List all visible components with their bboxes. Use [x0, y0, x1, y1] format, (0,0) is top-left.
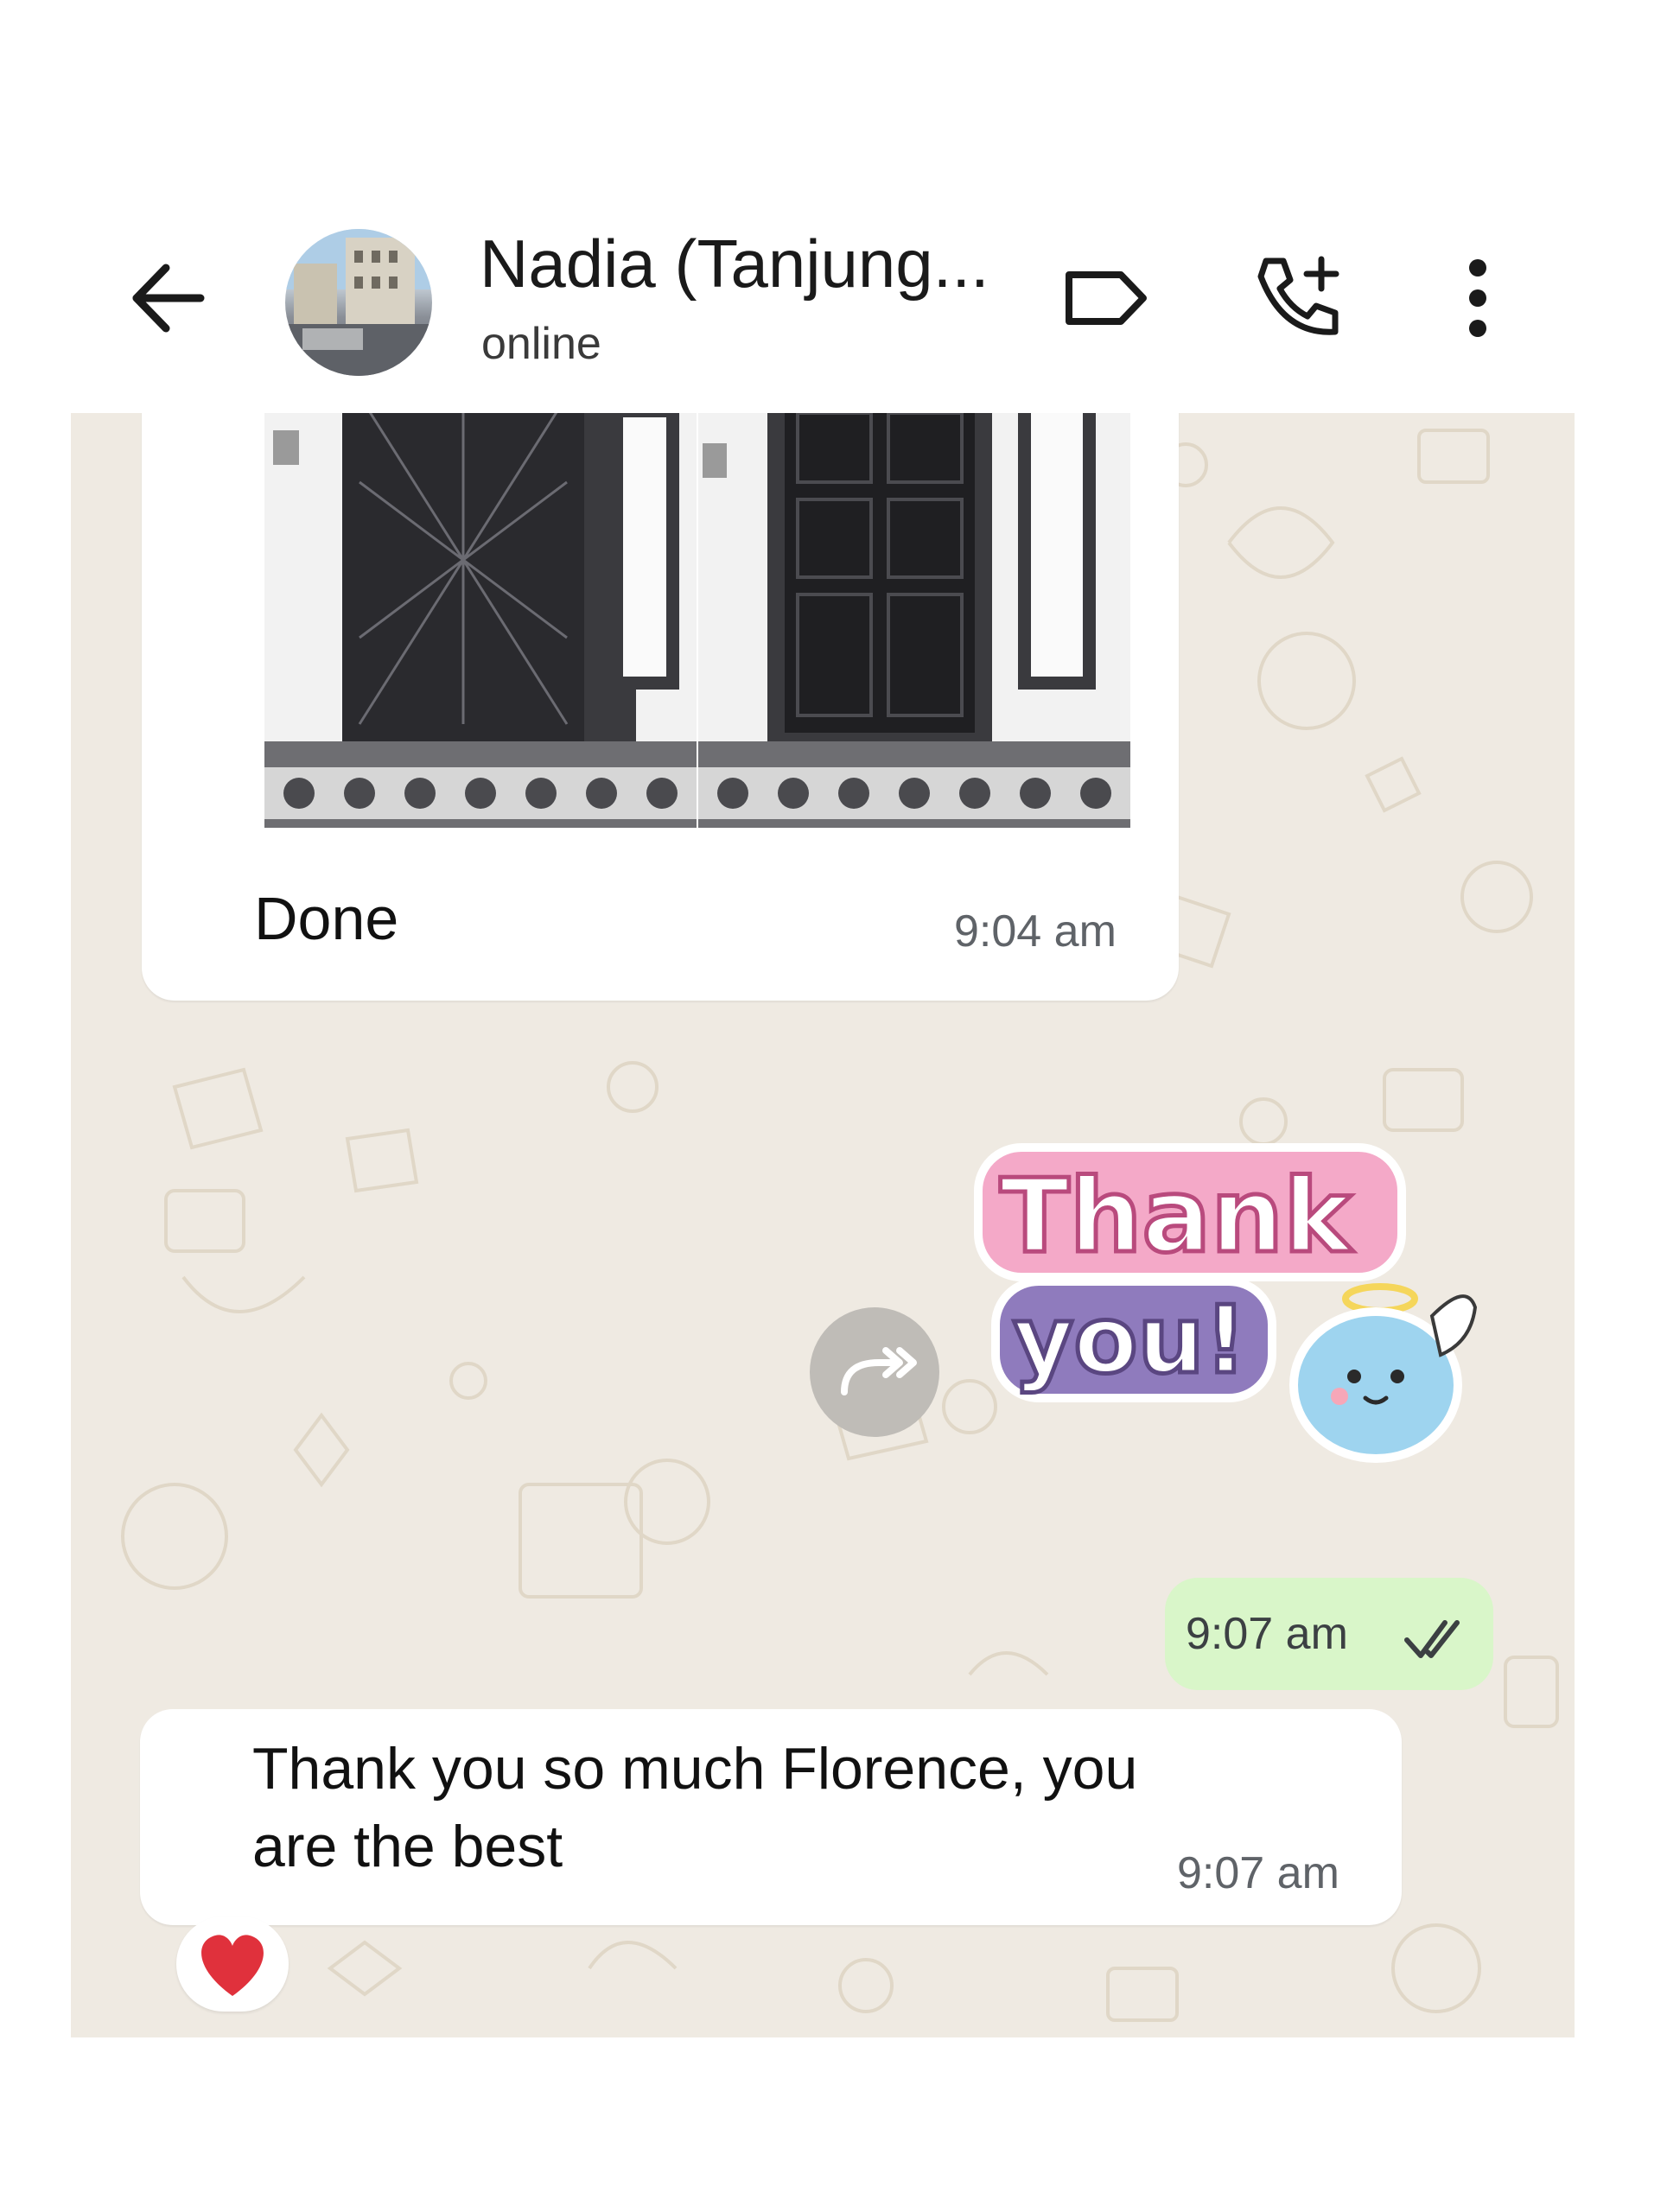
message-caption: Done [254, 885, 399, 952]
forward-icon [841, 1347, 917, 1395]
arrow-back-icon [132, 264, 205, 333]
contact-name[interactable]: Nadia (Tanjung... [480, 225, 1033, 303]
message-time-outgoing: 9:07 am [1186, 1609, 1348, 1659]
photo-gate-closed[interactable] [264, 413, 697, 828]
thank-you-sticker[interactable]: Thank you! [970, 1130, 1523, 1510]
message-text-line: Thank you so much Florence, you [252, 1736, 1138, 1802]
contact-status: online [481, 319, 601, 369]
message-time: 9:04 am [954, 906, 1117, 957]
add-call-icon [1257, 256, 1339, 335]
message-bubble-text[interactable]: Thank you so much Florence, you are the … [140, 1709, 1402, 1925]
forward-button[interactable] [810, 1307, 939, 1437]
photo-door-open[interactable] [698, 413, 1130, 828]
sticker-text-you: you! [1013, 1287, 1247, 1395]
double-check-icon [1404, 1620, 1460, 1658]
photo-grid[interactable] [264, 413, 1130, 828]
label-button[interactable] [1059, 259, 1154, 337]
add-call-button[interactable] [1249, 251, 1352, 346]
heart-icon [201, 1935, 264, 1996]
more-vert-icon [1469, 259, 1486, 337]
chat-area[interactable]: Done 9:04 am Thank you! 9:07 am Thank yo… [71, 413, 1575, 2037]
more-options-button[interactable] [1439, 255, 1517, 341]
reaction-badge[interactable] [176, 1916, 289, 2012]
avatar[interactable] [285, 229, 432, 376]
sticker-text-thank: Thank [1000, 1156, 1353, 1275]
label-icon [1066, 271, 1147, 325]
message-bubble-photos[interactable]: Done 9:04 am [142, 413, 1179, 1001]
message-text-line: are the best [252, 1814, 563, 1879]
back-button[interactable] [121, 251, 216, 346]
chat-screen: Nadia (Tanjung... online Done 9:04 am Th… [0, 0, 1667, 2212]
message-time: 9:07 am [1177, 1848, 1339, 1898]
